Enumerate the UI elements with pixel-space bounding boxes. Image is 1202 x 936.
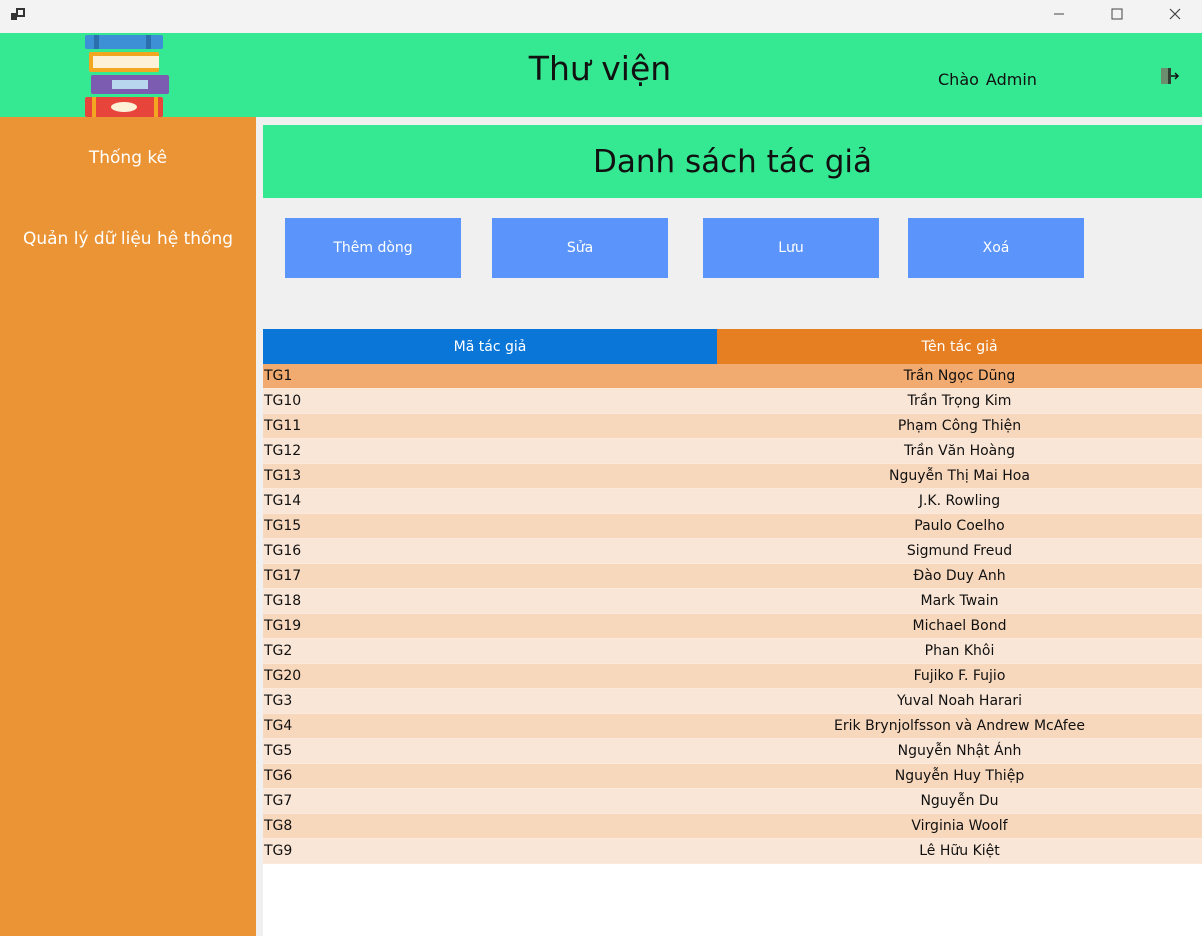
cell-author-id[interactable]: TG2 [263, 639, 717, 663]
table-row[interactable]: TG4 Erik Brynjolfsson và Andrew McAfee [263, 714, 1202, 739]
cell-author-name[interactable]: Michael Bond [717, 614, 1202, 638]
minimize-button[interactable] [1030, 0, 1088, 28]
main-panel: Danh sách tác giả Thêm dòng Sửa Lưu Xoá … [263, 125, 1202, 936]
edit-button[interactable]: Sửa [492, 218, 668, 278]
window-titlebar [0, 0, 1202, 33]
cell-author-id[interactable]: TG10 [263, 389, 717, 413]
table-row[interactable]: TG15 Paulo Coelho [263, 514, 1202, 539]
cell-author-id[interactable]: TG16 [263, 539, 717, 563]
cell-author-name[interactable]: Nguyễn Du [717, 789, 1202, 813]
grid-header: Mã tác giả Tên tác giả [263, 329, 1202, 364]
cell-author-name[interactable]: Phạm Công Thiện [717, 414, 1202, 438]
maximize-icon [1111, 8, 1123, 20]
user-greeting: Chào Admin [938, 70, 1044, 89]
table-row[interactable]: TG9 Lê Hữu Kiệt [263, 839, 1202, 864]
authors-grid[interactable]: Mã tác giả Tên tác giả TG1 Trần Ngọc Dũng… [263, 329, 1202, 936]
cell-author-id[interactable]: TG6 [263, 764, 717, 788]
cell-author-id[interactable]: TG5 [263, 739, 717, 763]
cell-author-id[interactable]: TG19 [263, 614, 717, 638]
table-row[interactable]: TG17 Đào Duy Anh [263, 564, 1202, 589]
cell-author-name[interactable]: Nguyễn Thị Mai Hoa [717, 464, 1202, 488]
sidebar-item-statistics[interactable]: Thống kê [0, 148, 256, 168]
delete-button[interactable]: Xoá [908, 218, 1084, 278]
cell-author-name[interactable]: Đào Duy Anh [717, 564, 1202, 588]
books-icon [85, 35, 169, 117]
cell-author-name[interactable]: Virginia Woolf [717, 814, 1202, 838]
cell-author-name[interactable]: Sigmund Freud [717, 539, 1202, 563]
table-row[interactable]: TG5 Nguyễn Nhật Ánh [263, 739, 1202, 764]
cell-author-name[interactable]: Trần Ngọc Dũng [717, 364, 1202, 388]
cell-author-name[interactable]: Mark Twain [717, 589, 1202, 613]
grid-rows: TG1 Trần Ngọc Dũng TG10 Trần Trọng Kim TG11 P… [263, 364, 1202, 864]
cell-author-id[interactable]: TG3 [263, 689, 717, 713]
cell-author-name[interactable]: Nguyễn Huy Thiệp [717, 764, 1202, 788]
app-title: Thư viện [528, 49, 672, 88]
close-button[interactable] [1146, 0, 1202, 28]
cell-author-name[interactable]: Trần Trọng Kim [717, 389, 1202, 413]
cell-author-id[interactable]: TG17 [263, 564, 717, 588]
cell-author-name[interactable]: J.K. Rowling [717, 489, 1202, 513]
cell-author-id[interactable]: TG11 [263, 414, 717, 438]
column-header-author-name[interactable]: Tên tác giả [717, 329, 1202, 364]
table-row[interactable]: TG13 Nguyễn Thị Mai Hoa [263, 464, 1202, 489]
cell-author-id[interactable]: TG14 [263, 489, 717, 513]
table-row[interactable]: TG12 Trần Văn Hoàng [263, 439, 1202, 464]
column-header-author-id[interactable]: Mã tác giả [263, 329, 717, 364]
app-icon [11, 8, 25, 20]
cell-author-id[interactable]: TG15 [263, 514, 717, 538]
close-icon [1169, 8, 1181, 20]
table-row[interactable]: TG3 Yuval Noah Harari [263, 689, 1202, 714]
table-row[interactable]: TG14 J.K. Rowling [263, 489, 1202, 514]
cell-author-name[interactable]: Yuval Noah Harari [717, 689, 1202, 713]
cell-author-id[interactable]: TG13 [263, 464, 717, 488]
greeting-label: Chào [938, 70, 979, 89]
section-title: Danh sách tác giả [263, 125, 1202, 198]
cell-author-name[interactable]: Lê Hữu Kiệt [717, 839, 1202, 863]
cell-author-id[interactable]: TG8 [263, 814, 717, 838]
table-row[interactable]: TG20 Fujiko F. Fujio [263, 664, 1202, 689]
maximize-button[interactable] [1088, 0, 1146, 28]
table-row[interactable]: TG1 Trần Ngọc Dũng [263, 364, 1202, 389]
cell-author-id[interactable]: TG12 [263, 439, 717, 463]
table-row[interactable]: TG2 Phan Khôi [263, 639, 1202, 664]
table-row[interactable]: TG6 Nguyễn Huy Thiệp [263, 764, 1202, 789]
table-row[interactable]: TG16 Sigmund Freud [263, 539, 1202, 564]
cell-author-id[interactable]: TG9 [263, 839, 717, 863]
logout-icon[interactable] [1158, 66, 1180, 86]
cell-author-id[interactable]: TG4 [263, 714, 717, 738]
cell-author-name[interactable]: Erik Brynjolfsson và Andrew McAfee [717, 714, 1202, 738]
table-row[interactable]: TG18 Mark Twain [263, 589, 1202, 614]
table-row[interactable]: TG19 Michael Bond [263, 614, 1202, 639]
minimize-icon [1054, 13, 1064, 15]
sidebar: Thống kê Quản lý dữ liệu hệ thống [0, 117, 256, 936]
cell-author-name[interactable]: Trần Văn Hoàng [717, 439, 1202, 463]
table-row[interactable]: TG10 Trần Trọng Kim [263, 389, 1202, 414]
sidebar-item-system-data[interactable]: Quản lý dữ liệu hệ thống [0, 229, 256, 249]
cell-author-id[interactable]: TG20 [263, 664, 717, 688]
table-row[interactable]: TG11 Phạm Công Thiện [263, 414, 1202, 439]
save-button[interactable]: Lưu [703, 218, 879, 278]
cell-author-name[interactable]: Paulo Coelho [717, 514, 1202, 538]
cell-author-id[interactable]: TG18 [263, 589, 717, 613]
add-row-button[interactable]: Thêm dòng [285, 218, 461, 278]
app-header: Thư viện Chào Admin [0, 33, 1202, 117]
cell-author-name[interactable]: Fujiko F. Fujio [717, 664, 1202, 688]
cell-author-name[interactable]: Nguyễn Nhật Ánh [717, 739, 1202, 763]
cell-author-id[interactable]: TG7 [263, 789, 717, 813]
user-name: Admin [985, 70, 1037, 89]
table-row[interactable]: TG7 Nguyễn Du [263, 789, 1202, 814]
table-row[interactable]: TG8 Virginia Woolf [263, 814, 1202, 839]
cell-author-name[interactable]: Phan Khôi [717, 639, 1202, 663]
cell-author-id[interactable]: TG1 [263, 364, 717, 388]
